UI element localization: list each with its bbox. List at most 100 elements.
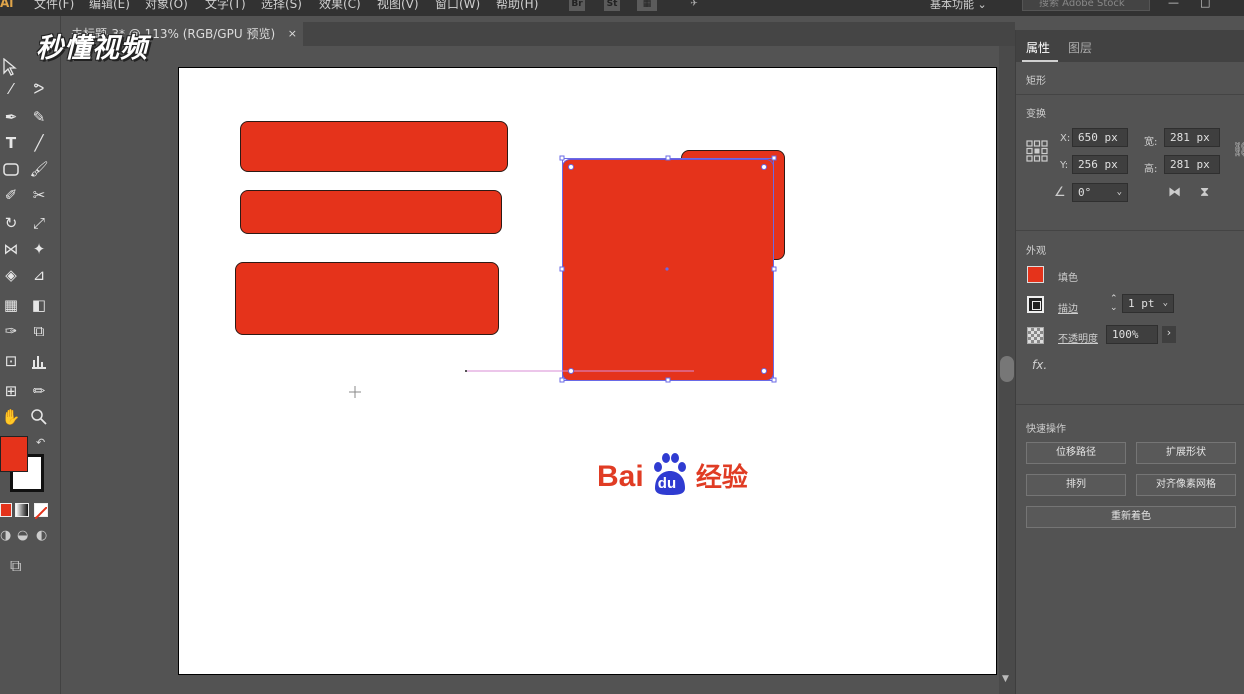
flip-horizontal-icon[interactable]: ⧓: [1168, 185, 1181, 200]
swap-fill-stroke-icon[interactable]: ↶: [36, 436, 45, 449]
artboard[interactable]: Bai du 经验: [178, 67, 997, 675]
close-tab-icon[interactable]: ×: [288, 22, 297, 46]
menu-view[interactable]: 视图(V): [377, 0, 419, 12]
menu-object[interactable]: 对象(O): [145, 0, 188, 12]
angle-value: 0°: [1078, 186, 1092, 199]
height-field[interactable]: 281 px: [1164, 155, 1220, 174]
rotate-tool-icon[interactable]: ↻: [0, 212, 22, 234]
offset-path-button[interactable]: 位移路径: [1026, 442, 1126, 464]
scale-tool-icon[interactable]: ⤢: [28, 212, 50, 234]
workspace-switcher[interactable]: 基本功能 ⌄: [930, 0, 987, 12]
video-watermark: 秒懂视频: [36, 33, 148, 64]
hand-tool-icon[interactable]: ✋: [0, 406, 22, 428]
scissors-tool-icon[interactable]: ✂: [28, 184, 50, 206]
stock-search-input[interactable]: 搜索 Adobe Stock: [1022, 0, 1150, 11]
align-pixel-grid-button[interactable]: 对齐像素网格: [1136, 474, 1236, 496]
slice-tool-icon[interactable]: ✏: [28, 380, 50, 402]
width-field[interactable]: 281 px: [1164, 128, 1220, 147]
draw-inside-icon[interactable]: ◐: [36, 528, 47, 543]
menu-help[interactable]: 帮助(H): [496, 0, 538, 12]
reference-point-icon[interactable]: [1026, 140, 1048, 166]
panel-tabs: 属性 图层: [1016, 30, 1244, 62]
opacity-label[interactable]: 不透明度: [1058, 330, 1098, 345]
artboard-tool-icon[interactable]: ⊞: [0, 380, 22, 402]
menu-edit[interactable]: 编辑(E): [89, 0, 130, 12]
shape-builder-tool-icon[interactable]: ◈: [0, 264, 22, 286]
shaper-tool-icon[interactable]: ✐: [0, 184, 22, 206]
width-label: 宽:: [1144, 137, 1158, 148]
bridge-button[interactable]: Br: [569, 0, 585, 11]
mesh-tool-icon[interactable]: ▦: [0, 294, 22, 316]
x-label: X:: [1060, 133, 1071, 144]
menu-effect[interactable]: 效果(C): [319, 0, 361, 12]
selection-bounding-box: [349, 155, 777, 398]
canvas-vertical-scrollbar[interactable]: ▼: [999, 46, 1015, 694]
x-position-field[interactable]: 650 px: [1072, 128, 1128, 147]
gradient-tool-icon[interactable]: ◧: [28, 294, 50, 316]
stroke-weight-value: 1 pt: [1128, 297, 1155, 310]
tab-properties[interactable]: 属性: [1026, 39, 1050, 56]
zoom-tool-icon[interactable]: [28, 406, 50, 428]
draw-behind-icon[interactable]: ◒: [17, 528, 28, 543]
app-logo: Ai: [0, 0, 14, 10]
opacity-icon[interactable]: [1027, 327, 1044, 344]
arrange-button[interactable]: 排列: [1026, 474, 1126, 496]
opacity-chevron-icon[interactable]: ›: [1162, 326, 1176, 343]
scroll-down-icon[interactable]: ▼: [1002, 674, 1009, 684]
color-mode-icon[interactable]: [0, 503, 12, 517]
blend-tool-icon[interactable]: ⧉: [28, 320, 50, 342]
menu-type[interactable]: 文字(T): [205, 0, 246, 12]
none-mode-icon[interactable]: [34, 503, 48, 520]
stock-button[interactable]: St: [604, 0, 620, 11]
puppet-warp-tool-icon[interactable]: ✦: [28, 238, 50, 260]
fill-color-swatch[interactable]: [1027, 266, 1044, 283]
fill-label: 填色: [1058, 273, 1078, 284]
opacity-field[interactable]: 100%: [1106, 325, 1158, 344]
stroke-label[interactable]: 描边: [1058, 300, 1078, 315]
fill-swatch[interactable]: [0, 436, 28, 472]
scrollbar-thumb[interactable]: [1000, 356, 1014, 382]
recolor-button[interactable]: 重新着色: [1026, 506, 1236, 528]
eyedropper-tool-icon[interactable]: ✑: [0, 320, 22, 342]
expand-shape-button[interactable]: 扩展形状: [1136, 442, 1236, 464]
menu-file[interactable]: 文件(F): [34, 0, 74, 12]
line-tool-icon[interactable]: ╱: [28, 132, 50, 154]
arrange-documents-icon[interactable]: ▦: [637, 0, 657, 11]
draw-normal-icon[interactable]: ◑: [0, 528, 11, 543]
rectangle-tool-icon[interactable]: [0, 158, 22, 180]
stroke-stepper-icon[interactable]: ⌃ ⌄: [1110, 295, 1118, 313]
direct-selection-tool-icon[interactable]: [0, 56, 22, 78]
symbol-sprayer-tool-icon[interactable]: ⊡: [0, 350, 22, 372]
paw-icon: du: [649, 452, 691, 496]
column-graph-tool-icon[interactable]: [28, 350, 50, 372]
gradient-mode-icon[interactable]: [15, 503, 29, 517]
transform-section-title: 变换: [1026, 109, 1046, 120]
curvature-tool-icon[interactable]: ✎: [28, 106, 50, 128]
type-tool-icon[interactable]: T: [0, 132, 22, 154]
paintbrush-tool-icon[interactable]: 🖌: [28, 158, 50, 180]
divider: [1016, 230, 1244, 231]
rotate-angle-field[interactable]: 0° ⌄: [1072, 183, 1128, 202]
screen-mode-icon[interactable]: ⧉: [10, 556, 21, 576]
minimize-window-icon[interactable]: —: [1168, 0, 1179, 9]
gpu-performance-icon[interactable]: ✈: [686, 0, 702, 11]
menu-window[interactable]: 窗口(W): [435, 0, 480, 12]
document-tab-bar: 未标题-3* @ 113% (RGB/GPU 预览) ×: [61, 22, 1015, 46]
tab-layers[interactable]: 图层: [1068, 39, 1092, 56]
magic-wand-tool-icon[interactable]: ⁄: [0, 78, 22, 100]
maximize-window-icon[interactable]: □: [1200, 0, 1210, 9]
y-position-field[interactable]: 256 px: [1072, 155, 1128, 174]
menu-select[interactable]: 选择(S): [261, 0, 302, 12]
constrain-proportions-icon[interactable]: ⛓: [1232, 142, 1244, 158]
lasso-tool-icon[interactable]: ᕗ: [28, 78, 50, 100]
baidu-logo-du: du: [657, 475, 677, 492]
perspective-grid-tool-icon[interactable]: ⊿: [28, 264, 50, 286]
stroke-weight-field[interactable]: 1 pt ⌄: [1122, 294, 1174, 313]
effects-fx-button[interactable]: fx.: [1032, 358, 1047, 372]
flip-vertical-icon[interactable]: ⧗: [1200, 185, 1209, 200]
stroke-color-swatch[interactable]: [1027, 296, 1044, 313]
pen-tool-icon[interactable]: ✒: [0, 106, 22, 128]
baidu-logo-text: Bai: [597, 460, 644, 493]
baidu-jingyan-logo: Bai du 经验: [597, 452, 748, 496]
width-tool-icon[interactable]: ⋈: [0, 238, 22, 260]
